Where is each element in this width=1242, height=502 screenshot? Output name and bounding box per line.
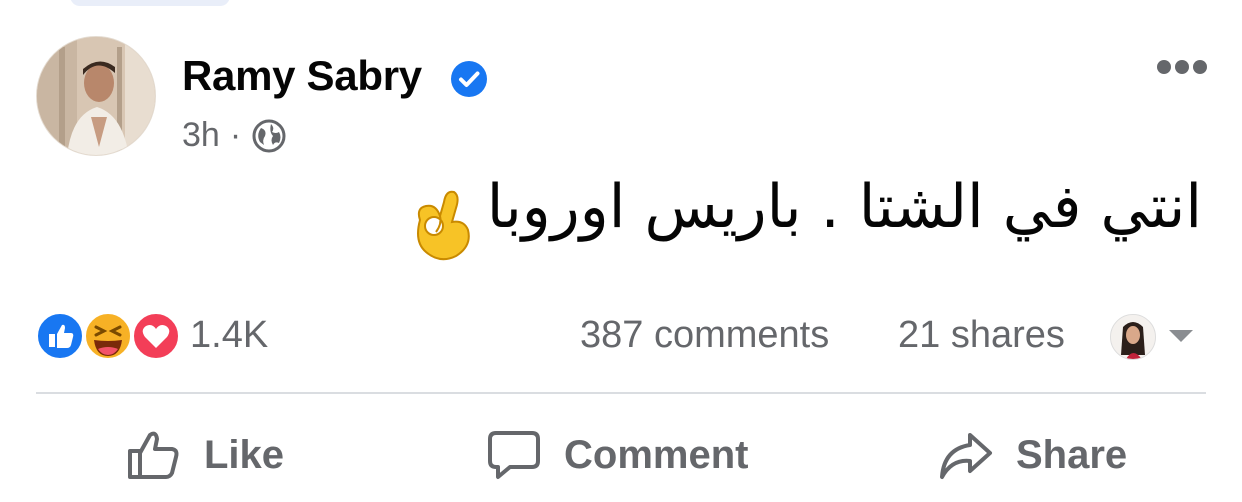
ok-hand-emoji: [417, 190, 470, 261]
author-avatar[interactable]: [36, 36, 156, 156]
verified-badge-icon: [451, 61, 487, 97]
shares-count[interactable]: 21 shares: [898, 314, 1065, 357]
comment-button[interactable]: Comment: [486, 424, 748, 486]
comments-count[interactable]: 387 comments: [580, 314, 829, 357]
reactions-count[interactable]: 1.4K: [190, 314, 268, 357]
caret-down-icon[interactable]: [1166, 326, 1196, 346]
love-reaction-icon: [132, 312, 180, 360]
more-options-icon[interactable]: [1156, 58, 1208, 76]
like-button[interactable]: Like: [126, 424, 284, 486]
top-pill: [70, 0, 230, 6]
thumbs-up-icon: [128, 431, 179, 479]
comment-icon: [488, 431, 540, 479]
divider: [36, 392, 1206, 394]
reaction-icons[interactable]: [36, 312, 186, 360]
author-name[interactable]: Ramy Sabry: [182, 52, 422, 100]
meta-separator: ·: [229, 116, 242, 154]
like-reaction-icon: [36, 312, 84, 360]
share-label: Share: [1016, 432, 1128, 477]
globe-icon[interactable]: [251, 118, 287, 154]
haha-reaction-icon: [84, 312, 132, 360]
post-text: انتي في الشتا . باريس اوروبا: [486, 172, 1202, 242]
viewer-avatar[interactable]: [1110, 314, 1156, 360]
post-timestamp[interactable]: 3h: [182, 116, 220, 155]
comment-label: Comment: [564, 432, 749, 477]
post-meta: 3h ·: [182, 116, 287, 155]
like-label: Like: [204, 432, 285, 477]
share-button[interactable]: Share: [938, 424, 1127, 486]
share-icon: [940, 433, 992, 479]
